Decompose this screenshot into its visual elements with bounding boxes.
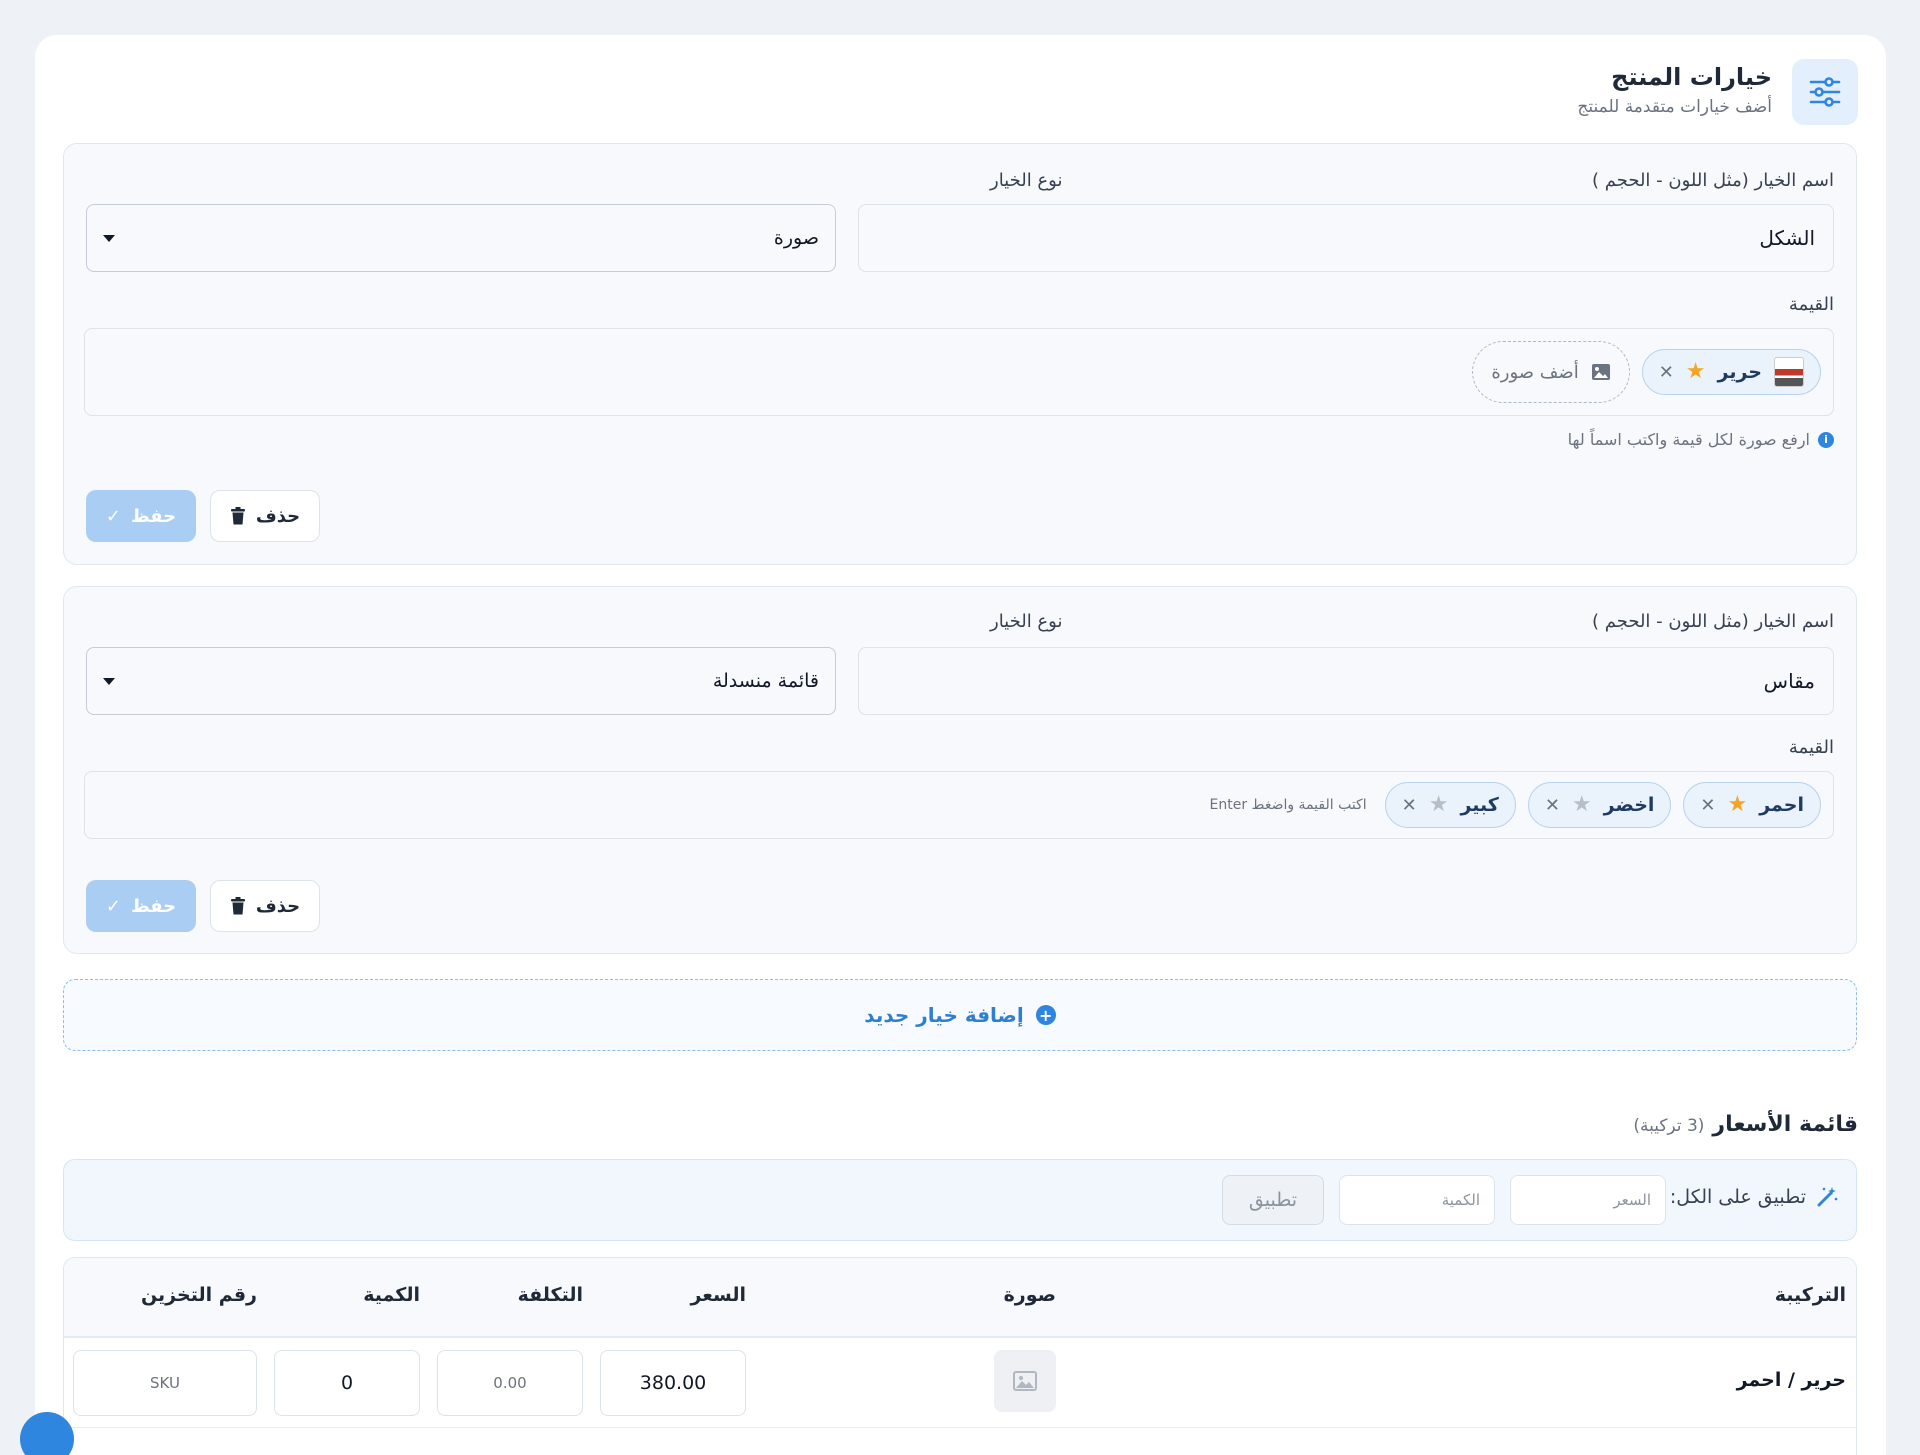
star-icon[interactable]: ★ (1572, 794, 1592, 816)
option-block-2: اسم الخيار (مثل اللون - الحجم ) نوع الخي… (63, 586, 1857, 954)
check-icon: ✓ (105, 505, 121, 527)
table-row: حرير / احمر 380.00 0.00 0 SKU (64, 1340, 1856, 1428)
option-name-input[interactable]: مقاس (858, 647, 1834, 715)
col-price: السعر (690, 1284, 746, 1306)
delete-button[interactable]: حذف (210, 490, 320, 542)
trash-icon (230, 507, 245, 525)
delete-label: حذف (255, 895, 301, 917)
image-icon (1591, 364, 1610, 380)
upload-hint-text: ارفع صورة لكل قيمة واكتب اسماً لها (1567, 430, 1810, 449)
apply-all-label-group: تطبيق على الكل: (1670, 1186, 1838, 1208)
combination-name: حرير / احمر (1736, 1369, 1846, 1391)
value-chip[interactable]: حرير ★ ✕ (1641, 349, 1821, 395)
star-icon[interactable]: ★ (1728, 794, 1748, 816)
product-options-card: خيارات المنتج أضف خيارات متقدمة للمنتج ا… (35, 35, 1886, 1455)
trash-icon (230, 897, 245, 915)
delete-button[interactable]: حذف (210, 880, 320, 932)
option-type-label-text: نوع الخيار (990, 170, 1063, 191)
remove-icon[interactable]: ✕ (1700, 795, 1715, 816)
bulk-price-input[interactable]: السعر (1510, 1175, 1666, 1225)
magic-wand-icon (1817, 1187, 1838, 1207)
value-chip-label: اخضر (1603, 794, 1655, 816)
info-icon: i (1818, 431, 1834, 448)
option-type-select[interactable]: صورة (86, 204, 836, 272)
apply-all-bar: تطبيق على الكل: السعر الكمية تطبيق (63, 1159, 1857, 1241)
value-chip-label: احمر (1759, 794, 1804, 816)
add-image-button[interactable]: أضف صورة (1472, 341, 1630, 403)
option-type-select[interactable]: قائمة منسدلة (86, 647, 836, 715)
add-option-label: إضافة خيار جديد (864, 1003, 1024, 1027)
delete-label: حذف (255, 505, 301, 527)
star-icon[interactable]: ★ (1686, 361, 1706, 383)
save-button[interactable]: حفظ ✓ (86, 880, 196, 932)
add-option-button[interactable]: + إضافة خيار جديد (63, 979, 1857, 1051)
upload-hint: i ارفع صورة لكل قيمة واكتب اسماً لها (1568, 430, 1834, 449)
price-input[interactable]: 380.00 (600, 1350, 746, 1416)
col-sku: رقم التخزين (140, 1284, 257, 1306)
values-box[interactable]: احمر ★ ✕ اخضر ★ ✕ كبير ★ ✕ اكتب القيمة و… (84, 771, 1834, 839)
option-block-1: اسم الخيار (مثل اللون - الحجم ) نوع الخي… (63, 143, 1857, 565)
price-table: التركيبة صورة السعر التكلفة الكمية رقم ا… (63, 1257, 1857, 1455)
add-image-label: أضف صورة (1491, 361, 1579, 383)
option-type-value: صورة (773, 227, 819, 249)
values-label: القيمة (1788, 294, 1834, 315)
values-box[interactable]: حرير ★ ✕ أضف صورة (84, 328, 1834, 416)
values-label: القيمة (1788, 737, 1834, 758)
col-quantity: الكمية (363, 1284, 420, 1306)
bulk-quantity-input[interactable]: الكمية (1339, 1175, 1495, 1225)
col-cost: التكلفة (517, 1284, 583, 1306)
table-header: التركيبة صورة السعر التكلفة الكمية رقم ا… (64, 1258, 1856, 1338)
star-icon[interactable]: ★ (1429, 794, 1449, 816)
page-subtitle: أضف خيارات متقدمة للمنتج (1577, 97, 1772, 117)
caret-down-icon (103, 234, 115, 242)
value-chip[interactable]: احمر ★ ✕ (1683, 782, 1821, 828)
combination-count: (3 تركيبة) (1633, 1116, 1705, 1136)
save-label: حفظ (130, 505, 177, 527)
value-chip-label: حرير (1717, 361, 1762, 383)
price-list-heading: قائمة الأسعار (3 تركيبة) (1633, 1112, 1858, 1137)
cost-input[interactable]: 0.00 (437, 1350, 583, 1416)
option-type-label-text: نوع الخيار (990, 611, 1063, 632)
col-image: صورة (1003, 1284, 1056, 1306)
apply-button[interactable]: تطبيق (1222, 1175, 1324, 1225)
value-image-thumbnail (1774, 357, 1804, 387)
value-chip[interactable]: كبير ★ ✕ (1384, 782, 1516, 828)
sku-input[interactable]: SKU (73, 1350, 257, 1416)
col-combination: التركيبة (1774, 1284, 1846, 1306)
value-chip-label: كبير (1460, 794, 1499, 816)
check-icon: ✓ (105, 895, 121, 917)
option-name-label: اسم الخيار (مثل اللون - الحجم ) (1591, 611, 1834, 632)
option-name-input[interactable]: الشكل (858, 204, 1834, 272)
save-label: حفظ (130, 895, 177, 917)
quantity-input[interactable]: 0 (274, 1350, 420, 1416)
save-button[interactable]: حفظ ✓ (86, 490, 196, 542)
remove-icon[interactable]: ✕ (1545, 795, 1560, 816)
caret-down-icon (103, 677, 115, 685)
sliders-icon (1792, 59, 1858, 125)
page-title: خيارات المنتج (1611, 63, 1772, 91)
value-input[interactable]: اكتب القيمة واضغط Enter (1210, 797, 1367, 813)
price-list-title: قائمة الأسعار (1712, 1112, 1858, 1137)
value-chip[interactable]: اخضر ★ ✕ (1527, 782, 1672, 828)
remove-icon[interactable]: ✕ (1659, 362, 1674, 383)
table-row-partial (64, 1429, 1856, 1455)
option-name-label: اسم الخيار (مثل اللون - الحجم ) (1591, 170, 1834, 191)
image-placeholder-icon[interactable] (994, 1350, 1056, 1412)
plus-icon: + (1035, 1005, 1056, 1025)
option-type-value: قائمة منسدلة (712, 670, 819, 692)
apply-all-label: تطبيق على الكل: (1669, 1186, 1806, 1208)
remove-icon[interactable]: ✕ (1402, 795, 1417, 816)
